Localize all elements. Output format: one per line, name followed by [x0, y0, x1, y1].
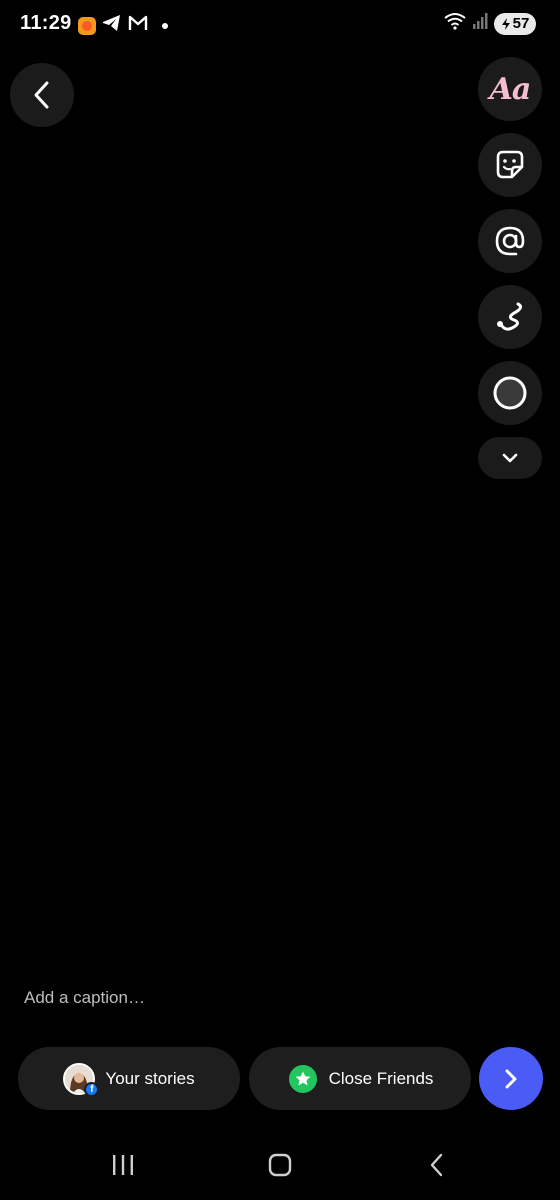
- close-friends-label: Close Friends: [328, 1068, 434, 1088]
- notification-dot: [162, 22, 168, 29]
- close-friends-button[interactable]: Close Friends: [249, 1047, 471, 1110]
- sticker-icon: [496, 150, 524, 179]
- app-icon: [78, 16, 96, 35]
- recents-icon: [113, 1155, 133, 1175]
- draw-button[interactable]: [478, 285, 542, 349]
- status-system-icons: 57: [444, 12, 536, 35]
- caption-input[interactable]: Add a caption…: [24, 988, 145, 1008]
- chevron-left-icon: [34, 81, 49, 109]
- recents-button[interactable]: [103, 1148, 143, 1182]
- your-stories-button[interactable]: f Your stories: [18, 1047, 240, 1110]
- battery-icon: 57: [494, 12, 536, 35]
- back-arrow-icon: [430, 1153, 443, 1177]
- home-icon: [268, 1153, 292, 1177]
- facebook-icon: f: [84, 1081, 100, 1097]
- chevron-down-icon: [502, 453, 518, 463]
- mention-button[interactable]: [478, 209, 542, 273]
- home-button[interactable]: [260, 1148, 300, 1182]
- text-tool-label: Aa: [489, 71, 532, 107]
- more-tools-button[interactable]: [478, 437, 542, 479]
- wifi-icon: [444, 12, 466, 35]
- send-button[interactable]: [479, 1047, 543, 1110]
- circle-icon: [493, 376, 527, 410]
- mention-icon: [495, 226, 525, 256]
- sticker-button[interactable]: [478, 133, 542, 197]
- text-tool-button[interactable]: Aa: [478, 57, 542, 121]
- back-button[interactable]: [10, 63, 74, 127]
- system-nav-bar: [0, 1130, 560, 1200]
- avatar: f: [63, 1062, 100, 1097]
- status-notification-icons: [78, 14, 168, 37]
- status-time: 11:29: [20, 12, 72, 34]
- battery-level: 57: [512, 15, 530, 32]
- gmail-icon: [128, 15, 148, 36]
- draw-icon: [497, 302, 523, 331]
- story-editor-screen: 11:29 57 Aa Add a caption… f Your storie…: [0, 0, 560, 1200]
- system-back-button[interactable]: [417, 1148, 457, 1182]
- chevron-right-icon: [505, 1069, 517, 1088]
- shape-button[interactable]: [478, 361, 542, 425]
- telegram-icon: [102, 14, 122, 37]
- status-bar: 11:29 57: [0, 0, 560, 50]
- your-stories-label: Your stories: [105, 1068, 195, 1088]
- signal-icon: [472, 12, 488, 35]
- close-friends-star-icon: [286, 1062, 319, 1095]
